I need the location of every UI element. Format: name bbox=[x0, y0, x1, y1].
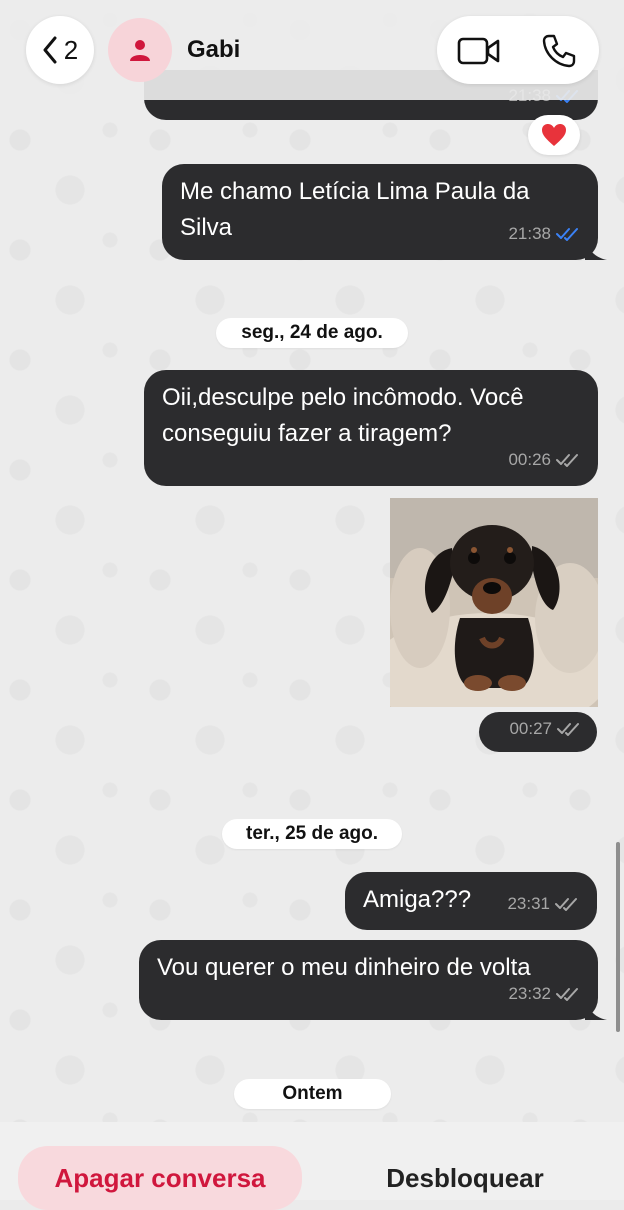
back-count: 2 bbox=[63, 34, 79, 65]
message-text: Amiga??? bbox=[363, 886, 472, 913]
message-time: 21:38 bbox=[508, 224, 551, 243]
delivered-check-icon bbox=[556, 988, 578, 1001]
message-time: 23:32 bbox=[508, 984, 551, 1003]
message-meta: 00:27 bbox=[509, 711, 581, 747]
heart-reaction[interactable]: ❤️ bbox=[528, 115, 580, 155]
delete-conversation-button[interactable]: Apagar conversa bbox=[18, 1146, 302, 1210]
message-meta: 23:32 bbox=[508, 976, 580, 1012]
avatar[interactable] bbox=[108, 18, 172, 82]
read-check-icon bbox=[556, 228, 578, 241]
image-timestamp: 00:27 bbox=[479, 712, 597, 752]
delivered-check-icon bbox=[557, 723, 579, 736]
date-separator: ter., 25 de ago. bbox=[222, 819, 402, 849]
date-separator: Ontem bbox=[234, 1079, 391, 1109]
message-meta: 00:26 bbox=[508, 442, 580, 478]
delivered-check-icon bbox=[556, 454, 578, 467]
message-time: 00:27 bbox=[509, 719, 552, 738]
contact-name[interactable]: Gabi bbox=[187, 36, 240, 64]
message-time: 23:31 bbox=[507, 894, 550, 913]
message-time: 00:26 bbox=[508, 450, 551, 469]
message-bubble[interactable]: Amiga??? 23:31 bbox=[345, 872, 597, 930]
bubble-tail bbox=[585, 1000, 607, 1020]
message-meta: 21:38 bbox=[508, 216, 580, 252]
chevron-left-icon bbox=[43, 36, 57, 64]
unblock-button[interactable]: Desbloquear bbox=[352, 1146, 578, 1210]
message-bubble[interactable]: Me chamo Letícia Lima Paula da Silva 21:… bbox=[162, 164, 607, 260]
message-bubble[interactable]: Vou querer o meu dinheiro de volta 23:32 bbox=[139, 940, 607, 1020]
scrollbar[interactable] bbox=[616, 842, 620, 1032]
dachshund-photo[interactable] bbox=[390, 498, 598, 707]
call-actions bbox=[437, 16, 599, 84]
back-button[interactable]: 2 bbox=[26, 16, 94, 84]
blocked-actions-bar: Apagar conversa Desbloquear bbox=[0, 1122, 624, 1210]
message-meta: 23:31 bbox=[507, 886, 579, 922]
bubble-tail bbox=[585, 240, 607, 260]
chat-header: 2 Gabi bbox=[0, 0, 624, 100]
video-camera-icon[interactable] bbox=[457, 36, 501, 66]
dog-image bbox=[390, 498, 598, 707]
date-separator: seg., 24 de ago. bbox=[216, 318, 408, 348]
person-icon bbox=[130, 40, 150, 61]
delivered-check-icon bbox=[555, 898, 577, 911]
message-bubble[interactable]: Oii,desculpe pelo incômodo. Você consegu… bbox=[144, 370, 598, 486]
phone-icon[interactable] bbox=[541, 33, 577, 69]
